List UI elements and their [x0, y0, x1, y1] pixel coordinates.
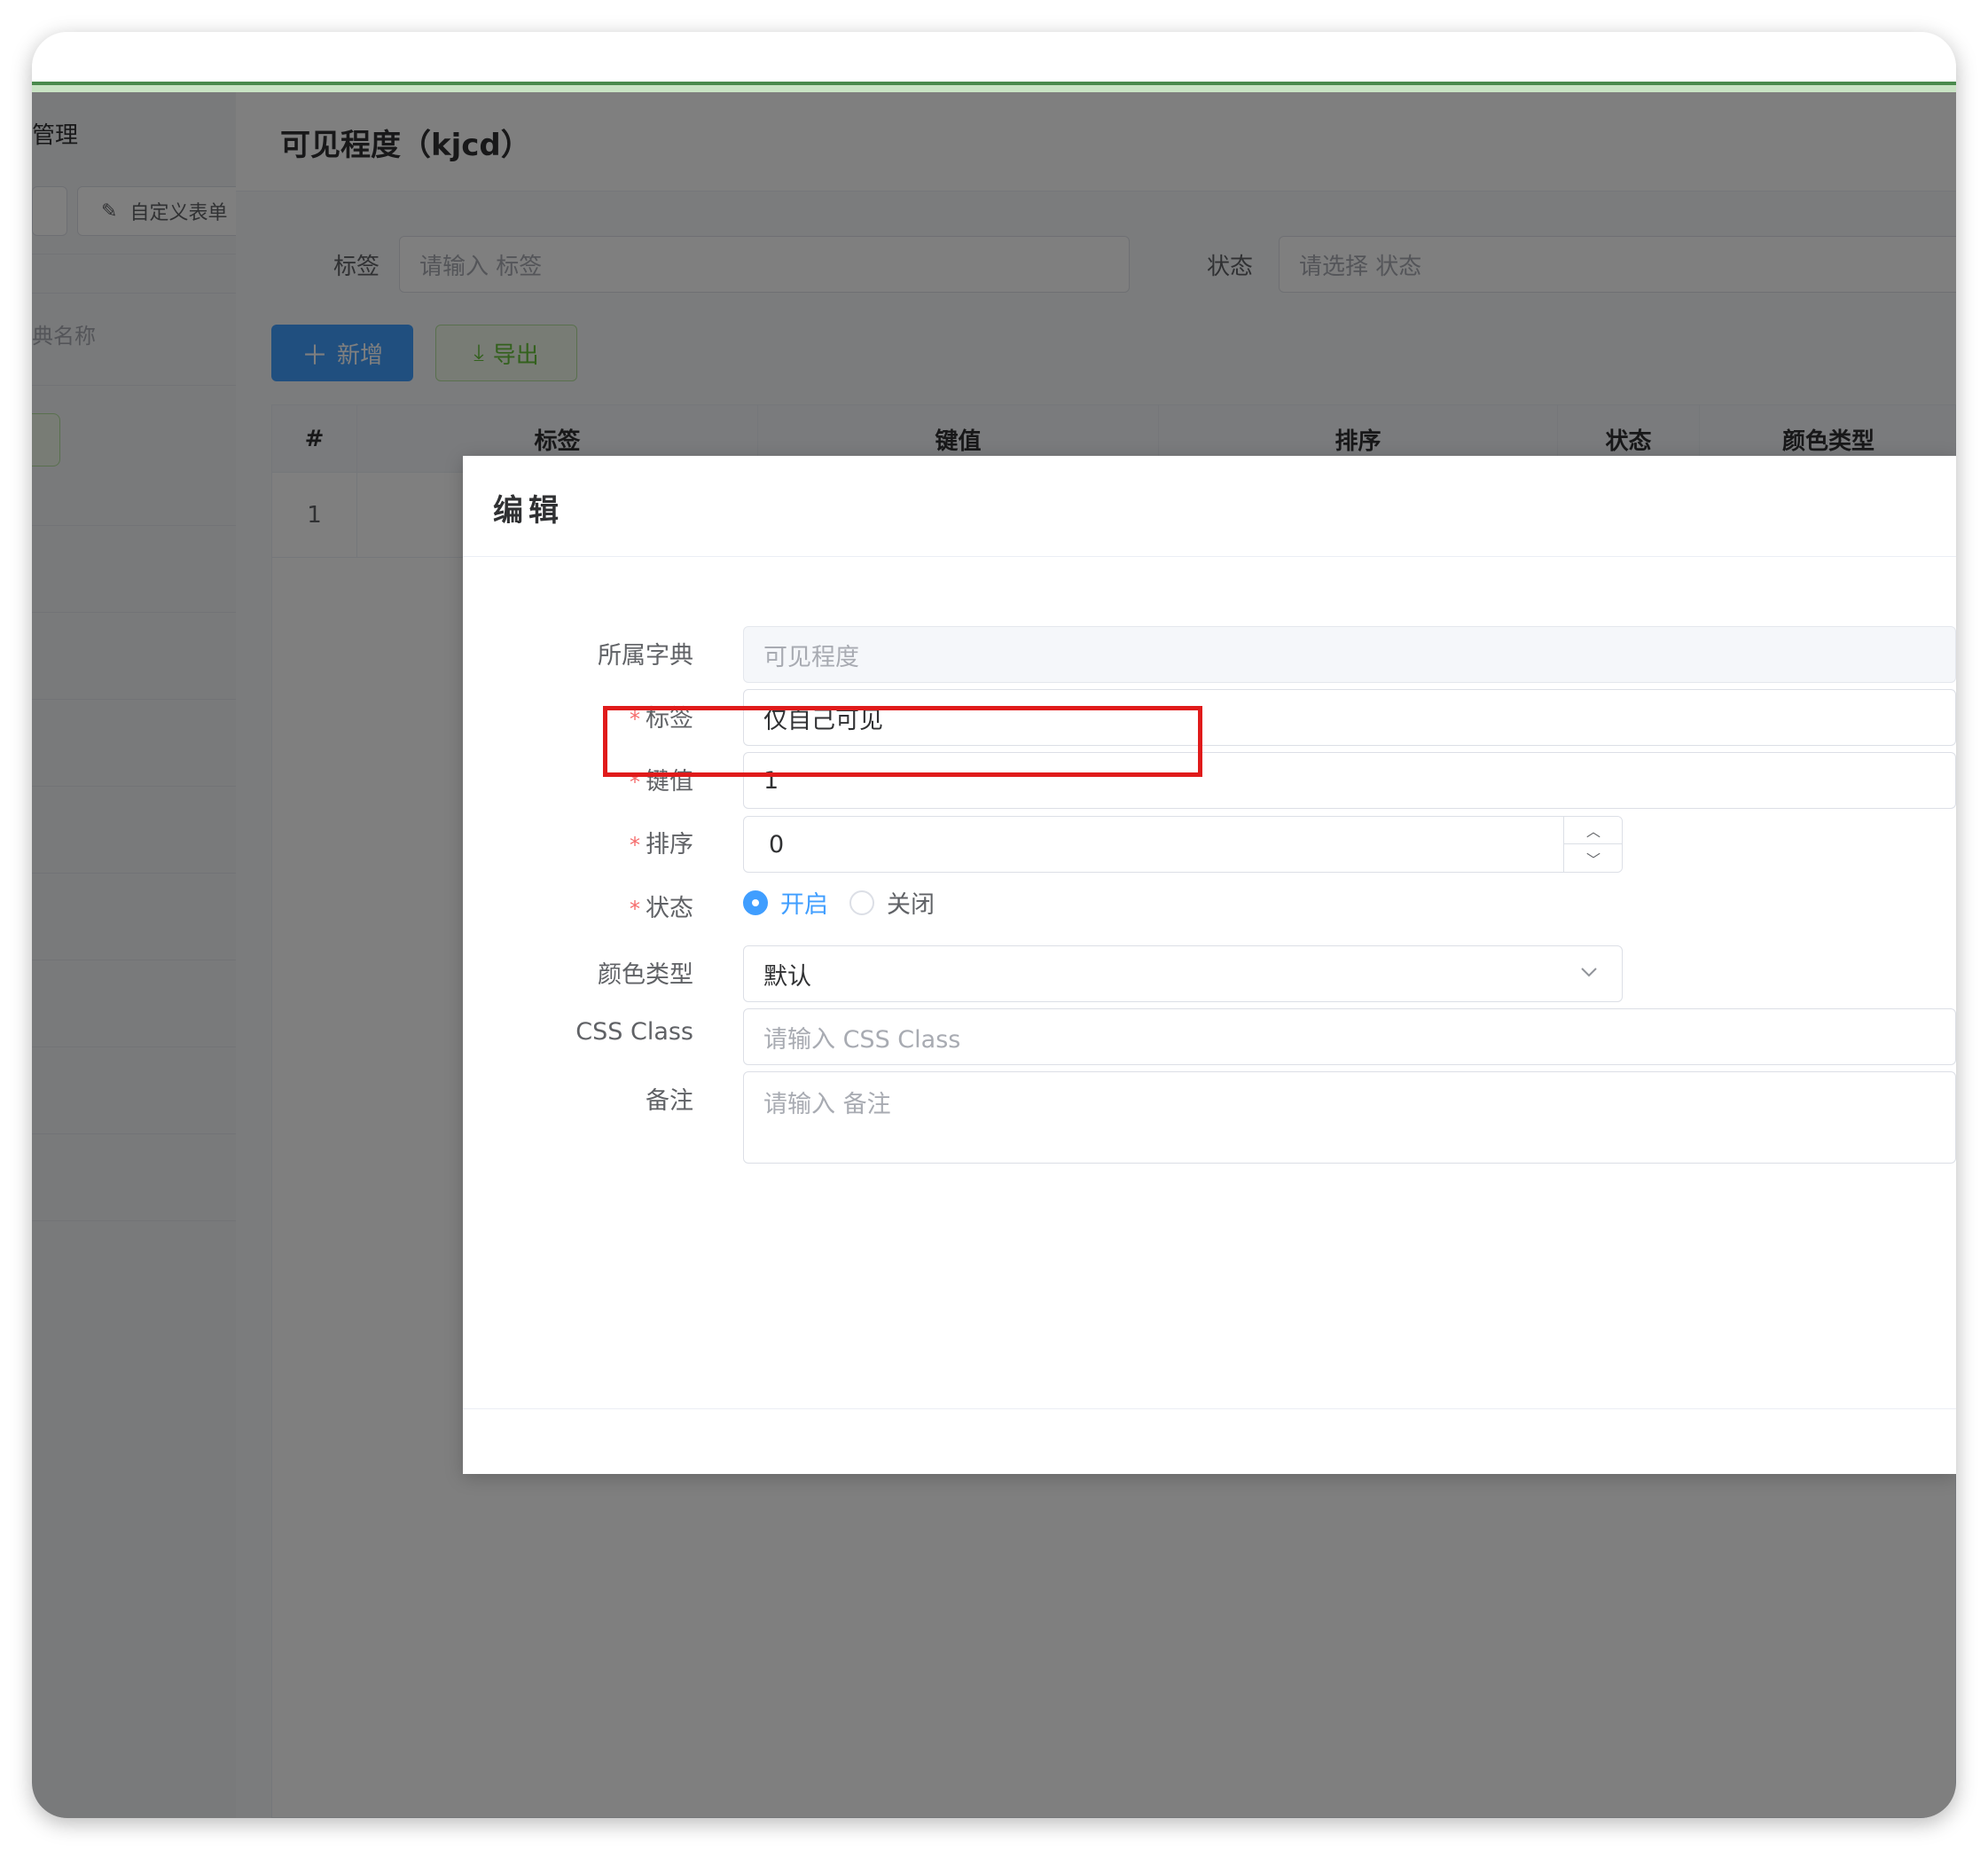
stepper-controls: ︿ ﹀ [1563, 817, 1622, 872]
sort-field-label-text: 排序 [646, 831, 693, 858]
css-field-input[interactable]: 请输入 CSS Class [743, 1008, 1956, 1065]
dialog-footer-divider [463, 1408, 1956, 1409]
chevron-down-icon[interactable]: ﹀ [1564, 844, 1622, 872]
remark-field-label: 备注 [463, 1081, 693, 1116]
status-field-label: * 状态 [463, 889, 693, 923]
css-field-label-text: CSS Class [575, 1018, 693, 1046]
color-field-value: 默认 [763, 962, 811, 991]
radio-dot [743, 890, 768, 915]
status-radio-off-label: 关闭 [887, 891, 935, 919]
dialog-title: 编辑 [493, 493, 564, 529]
css-field-label: CSS Class [463, 1018, 693, 1046]
top-progress-bar-light [32, 85, 1956, 92]
edit-dialog: 编辑 所属字典 可见程度 * 标签 仅自己可见 * 键值 1 * 排序 0 ︿ ﹀ [463, 456, 1956, 1474]
dict-field-label-text: 所属字典 [598, 642, 693, 670]
required-mark: * [630, 833, 640, 858]
status-radio-on-label: 开启 [780, 891, 828, 919]
color-field-label: 颜色类型 [463, 955, 693, 990]
required-mark: * [630, 897, 640, 921]
chevron-up-icon[interactable]: ︿ [1564, 817, 1622, 844]
radio-dot [849, 890, 874, 915]
dialog-header: 编辑 [463, 456, 1956, 557]
status-radio-on[interactable]: 开启 [743, 885, 828, 920]
color-field-label-text: 颜色类型 [598, 961, 693, 989]
status-field-label-text: 状态 [646, 895, 693, 922]
browser-window: 管理 ✎ 自定义表单 典名称 可见程度（kjcd） [32, 32, 1956, 1818]
dict-field-label: 所属字典 [463, 636, 693, 670]
sort-field-stepper[interactable]: 0 ︿ ﹀ [743, 816, 1623, 873]
status-radio-off[interactable]: 关闭 [849, 885, 935, 920]
sort-field-label: * 排序 [463, 825, 693, 859]
highlight-box [603, 706, 1202, 777]
sort-field-value: 0 [769, 830, 785, 858]
dict-field-input: 可见程度 [743, 626, 1956, 683]
remark-field-textarea[interactable]: 请输入 备注 [743, 1071, 1956, 1164]
color-field-select[interactable]: 默认 [743, 945, 1623, 1002]
chevron-down-icon [1581, 968, 1597, 977]
remark-field-label-text: 备注 [646, 1087, 693, 1115]
window-topbar [32, 32, 1956, 82]
